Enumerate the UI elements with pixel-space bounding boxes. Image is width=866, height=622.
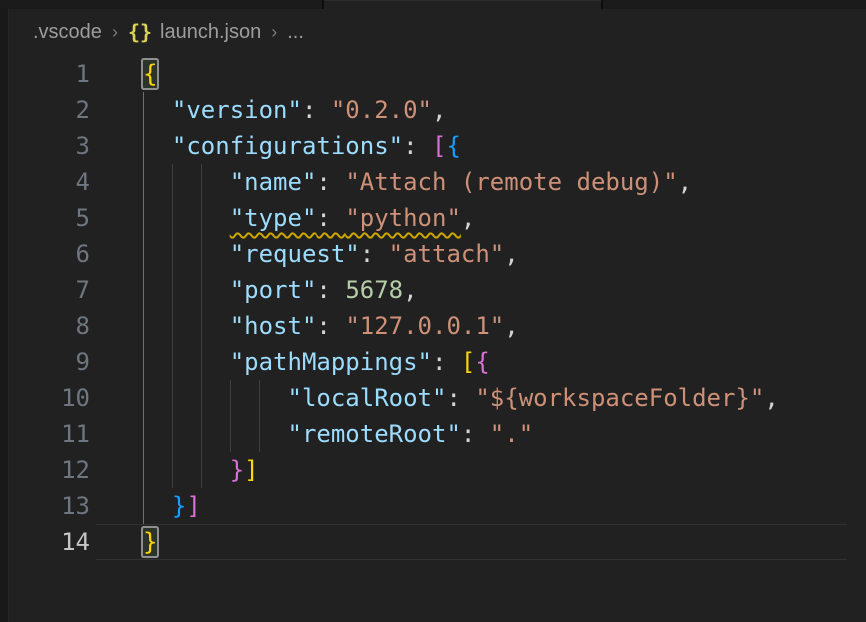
chevron-right-icon: ›: [271, 22, 277, 43]
code-line[interactable]: 4 "name": "Attach (remote debug)",: [0, 164, 866, 200]
json-braces-icon: {}: [128, 20, 152, 44]
code-line-content[interactable]: "remoteRoot": ".": [143, 416, 533, 452]
code-line[interactable]: 12 }]: [0, 452, 866, 488]
code-line[interactable]: 5 "type": "python",: [0, 200, 866, 236]
code-line-content[interactable]: }]: [143, 452, 259, 488]
line-number[interactable]: 11: [0, 416, 90, 452]
code-line-content[interactable]: "type": "python",: [143, 200, 475, 236]
line-number[interactable]: 14: [0, 524, 90, 560]
breadcrumb: .vscode › {} launch.json › ...: [9, 11, 866, 53]
line-number[interactable]: 7: [0, 272, 90, 308]
code-line-content[interactable]: }: [143, 524, 157, 560]
line-number[interactable]: 8: [0, 308, 90, 344]
code-line[interactable]: 9 "pathMappings": [{: [0, 344, 866, 380]
bracket-match: {: [143, 60, 157, 88]
code-line[interactable]: 1{: [0, 56, 866, 92]
code-line[interactable]: 2 "version": "0.2.0",: [0, 92, 866, 128]
code-line[interactable]: 11 "remoteRoot": ".": [0, 416, 866, 452]
code-line[interactable]: 13 }]: [0, 488, 866, 524]
breadcrumb-folder[interactable]: .vscode: [33, 21, 102, 44]
line-number[interactable]: 10: [0, 380, 90, 416]
code-line[interactable]: 3 "configurations": [{: [0, 128, 866, 164]
vscode-window: .vscode › {} launch.json › ... 1{2 "vers…: [0, 0, 866, 622]
line-number[interactable]: 12: [0, 452, 90, 488]
line-number[interactable]: 9: [0, 344, 90, 380]
line-number[interactable]: 2: [0, 92, 90, 128]
chevron-right-icon: ›: [112, 22, 118, 43]
code-line-content[interactable]: "host": "127.0.0.1",: [143, 308, 519, 344]
code-line-content[interactable]: "pathMappings": [{: [143, 344, 490, 380]
breadcrumb-file[interactable]: launch.json: [160, 21, 261, 44]
line-number[interactable]: 5: [0, 200, 90, 236]
code-line-content[interactable]: "configurations": [{: [143, 128, 461, 164]
line-number[interactable]: 1: [0, 56, 90, 92]
line-number[interactable]: 3: [0, 128, 90, 164]
code-line-content[interactable]: "version": "0.2.0",: [143, 92, 446, 128]
code-line[interactable]: 10 "localRoot": "${workspaceFolder}",: [0, 380, 866, 416]
code-line-content[interactable]: "port": 5678,: [143, 272, 418, 308]
tab-separator: [322, 0, 324, 9]
code-line-content[interactable]: "name": "Attach (remote debug)",: [143, 164, 692, 200]
line-number[interactable]: 13: [0, 488, 90, 524]
code-line-content[interactable]: {: [143, 56, 157, 92]
code-line[interactable]: 14}: [0, 524, 866, 560]
code-line[interactable]: 8 "host": "127.0.0.1",: [0, 308, 866, 344]
tab-segment[interactable]: [322, 0, 601, 9]
tab-bar[interactable]: [0, 0, 866, 9]
code-area[interactable]: 1{2 "version": "0.2.0",3 "configurations…: [0, 56, 866, 560]
code-line-content[interactable]: }]: [143, 488, 201, 524]
breadcrumb-symbol-ellipsis[interactable]: ...: [287, 21, 304, 44]
code-line-content[interactable]: "localRoot": "${workspaceFolder}",: [143, 380, 779, 416]
line-number[interactable]: 4: [0, 164, 90, 200]
line-number[interactable]: 6: [0, 236, 90, 272]
bracket-match: }: [143, 528, 157, 556]
code-line[interactable]: 6 "request": "attach",: [0, 236, 866, 272]
tab-separator: [601, 0, 603, 9]
code-line-content[interactable]: "request": "attach",: [143, 236, 519, 272]
code-line[interactable]: 7 "port": 5678,: [0, 272, 866, 308]
